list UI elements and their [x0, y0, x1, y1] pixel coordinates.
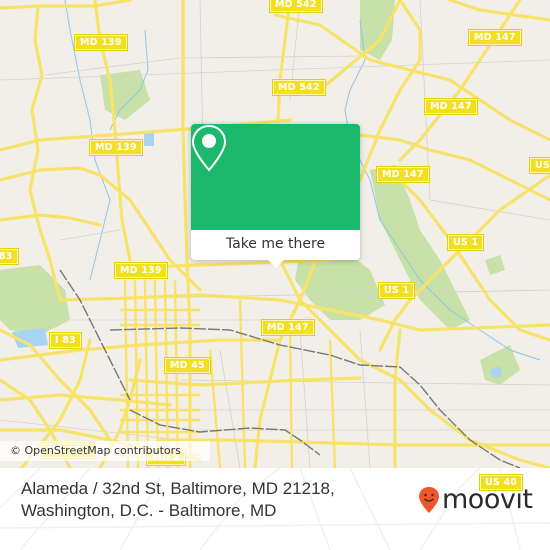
road — [181, 0, 192, 468]
road — [123, 279, 130, 468]
take-me-there-button[interactable]: Take me there — [191, 230, 360, 260]
park-area — [485, 255, 505, 275]
route-shield-us1: US 1 — [448, 235, 484, 250]
route-shield-us40-overlay: US 40 — [480, 475, 523, 490]
street — [219, 349, 241, 468]
park-area — [100, 70, 150, 120]
road — [153, 279, 160, 468]
route-shield-us1: US 1 — [530, 158, 550, 173]
road — [0, 213, 102, 227]
route-shield-md542: MD 542 — [270, 0, 322, 12]
route-shield-md45: MD 45 — [165, 358, 210, 373]
location-popup: Take me there — [191, 124, 360, 268]
route-shield-md147: MD 147 — [469, 30, 521, 45]
route-shield-md139: MD 139 — [90, 140, 142, 155]
map-attribution[interactable]: © OpenStreetMap contributors — [0, 441, 210, 461]
route-shield-i83: I 83 — [50, 333, 81, 348]
address-line-1: Alameda / 32nd St, Baltimore, MD 21218, — [21, 479, 335, 498]
road — [328, 339, 337, 468]
street — [59, 229, 121, 241]
street — [359, 329, 371, 468]
popup-header — [191, 124, 360, 230]
road — [393, 328, 402, 468]
location-pin-icon — [191, 124, 227, 172]
route-shield-md147: MD 147 — [262, 320, 314, 335]
reservoir — [144, 133, 154, 146]
route-shield-md542: MD 542 — [273, 80, 325, 95]
road — [448, 0, 550, 22]
footer: Alameda / 32nd St, Baltimore, MD 21218, … — [0, 468, 550, 550]
street — [44, 55, 361, 76]
route-shield-md147: MD 147 — [377, 167, 429, 182]
road — [133, 279, 140, 468]
address-line-2: Washington, D.C. - Baltimore, MD — [21, 501, 277, 520]
route-shield-md147: MD 147 — [425, 99, 477, 114]
stop-address: Alameda / 32nd St, Baltimore, MD 21218, … — [21, 478, 335, 522]
road — [28, 4, 62, 302]
road — [128, 376, 362, 387]
road — [208, 349, 222, 468]
road — [398, 0, 522, 162]
road — [143, 279, 150, 468]
route-shield-us1: US 1 — [379, 283, 415, 298]
route-shield-i83: 83 — [0, 249, 18, 264]
moovit-pin-icon — [419, 487, 439, 513]
road — [288, 329, 294, 468]
railway — [109, 327, 401, 368]
map-view[interactable]: MD 542 MD 147 MD 139 MD 542 MD 147 MD 13… — [0, 0, 550, 468]
popup-pointer — [268, 260, 284, 268]
route-shield-md139: MD 139 — [115, 263, 167, 278]
route-shield-md139: MD 139 — [75, 35, 127, 50]
